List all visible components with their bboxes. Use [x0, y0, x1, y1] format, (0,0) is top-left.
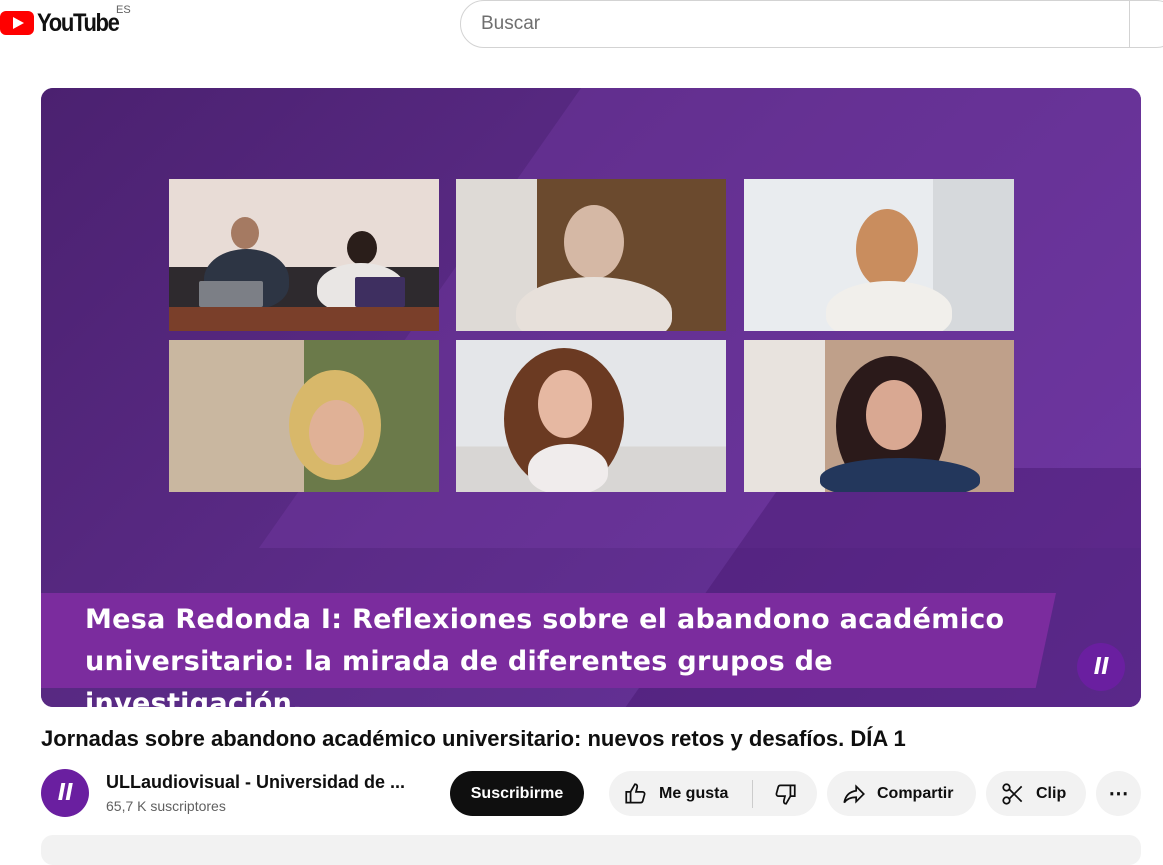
youtube-logo[interactable]: YouTube [0, 8, 130, 38]
play-logo-icon [0, 11, 34, 35]
logo-text: YouTube [37, 8, 120, 37]
channel-name[interactable]: ULLaudiovisual - Universidad de ... [106, 772, 416, 793]
scissors-icon [1002, 782, 1023, 805]
clip-button[interactable]: Clip [986, 771, 1086, 816]
subscribe-button[interactable]: Suscribirme [450, 771, 584, 816]
share-button[interactable]: Compartir [827, 771, 976, 816]
search-box[interactable] [460, 0, 1163, 48]
thumbs-up-icon [625, 782, 646, 804]
more-actions-button[interactable]: ⋯ [1096, 771, 1141, 816]
clip-label: Clip [1036, 784, 1067, 802]
search-input[interactable] [481, 11, 1101, 37]
country-code: ES [116, 4, 131, 16]
video-tile-participant [456, 340, 726, 492]
channel-avatar[interactable]: ll [41, 769, 89, 817]
search-divider [1129, 1, 1130, 47]
video-title: Jornadas sobre abandono académico univer… [41, 726, 906, 751]
subscriber-count: 65,7 K suscriptores [106, 798, 226, 814]
like-dislike-group: Me gusta [609, 771, 817, 816]
video-caption: Mesa Redonda I: Reflexiones sobre el aba… [85, 599, 1045, 707]
dislike-button[interactable] [753, 771, 817, 816]
caption-line-2: universitario: la mirada de diferentes g… [85, 646, 833, 707]
video-tile-participant [744, 340, 1014, 492]
like-button[interactable]: Me gusta [609, 771, 752, 816]
video-tile-participant [744, 179, 1014, 331]
like-label: Me gusta [659, 784, 729, 802]
video-player[interactable]: Mesa Redonda I: Reflexiones sobre el aba… [41, 88, 1141, 707]
video-tile-panel [169, 179, 439, 331]
caption-line-1: Mesa Redonda I: Reflexiones sobre el aba… [85, 604, 1005, 635]
more-icon: ⋯ [1108, 783, 1129, 805]
ull-watermark-icon: ll [1077, 643, 1125, 691]
share-arrow-icon [843, 783, 865, 804]
share-label: Compartir [877, 784, 954, 802]
video-tile-participant [169, 340, 439, 492]
thumbs-down-icon [775, 783, 796, 805]
video-tile-participant [456, 179, 726, 331]
top-bar: YouTube ES [0, 0, 1163, 48]
description-box[interactable] [41, 835, 1141, 865]
